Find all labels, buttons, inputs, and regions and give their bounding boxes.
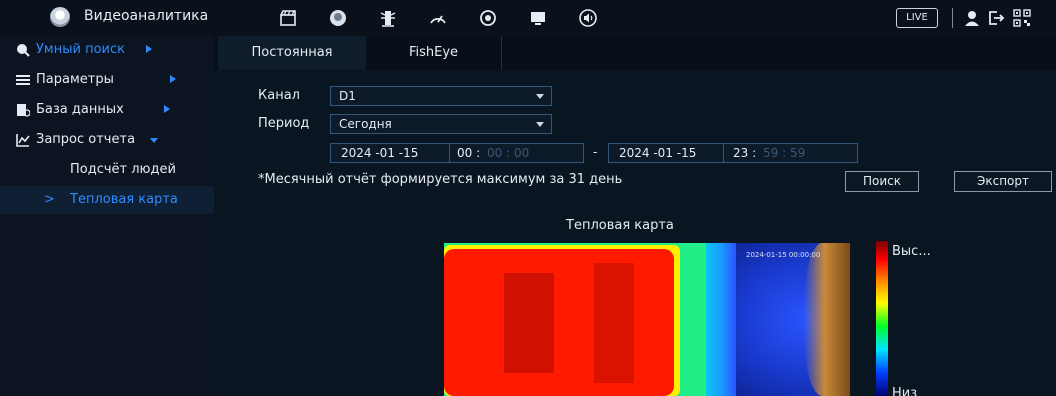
chevron-right-icon — [170, 75, 176, 83]
export-button[interactable]: Экспорт — [954, 171, 1052, 192]
sidebar-subitem-label: Тепловая карта — [70, 192, 178, 207]
smart-search-icon — [16, 43, 30, 57]
start-time-hour: 00 : — [457, 146, 481, 160]
heat-shadow-door — [504, 273, 554, 373]
sidebar-item-report-query[interactable]: Запрос отчета — [0, 126, 214, 154]
speaker-icon[interactable] — [576, 6, 600, 30]
film-clapper-icon[interactable] — [276, 6, 300, 30]
chevron-down-icon — [150, 138, 158, 143]
refresh-icon[interactable] — [476, 6, 500, 30]
end-time-hour: 23 : — [733, 146, 757, 160]
sidebar-item-label: База данных — [36, 102, 124, 117]
live-button[interactable]: LIVE — [896, 8, 938, 28]
chevron-down-icon — [536, 94, 544, 99]
range-separator: - — [593, 145, 598, 159]
app-title: Видеоаналитика — [84, 8, 209, 24]
monthly-report-note: *Месячный отчёт формируется максимум за … — [258, 172, 623, 187]
list-icon — [16, 73, 30, 87]
speedometer-icon[interactable] — [426, 6, 450, 30]
chevron-right-icon — [146, 45, 152, 53]
heat-hot-zone — [444, 249, 674, 396]
sidebar-item-label: Параметры — [36, 72, 114, 87]
chevron-down-icon — [536, 122, 544, 127]
chart-icon — [16, 133, 30, 147]
face-icon[interactable] — [326, 6, 350, 30]
channel-label: Канал — [258, 88, 300, 103]
tab-constant[interactable]: Постоянная — [218, 36, 366, 70]
sidebar-item-label: Умный поиск — [36, 42, 125, 57]
user-icon[interactable] — [960, 6, 984, 30]
sidebar-subitem-heatmap[interactable]: > Тепловая карта — [0, 186, 214, 214]
search-button[interactable]: Поиск — [845, 171, 919, 192]
monitor-icon[interactable] — [526, 6, 550, 30]
start-datetime-input[interactable]: 2024 -01 -15 00 : 00 : 00 — [330, 143, 584, 163]
qr-code-icon[interactable] — [1010, 6, 1034, 30]
heat-shadow-wall — [594, 263, 634, 383]
end-datetime-input[interactable]: 2024 -01 -15 23 : 59 : 59 — [608, 143, 858, 163]
channel-select[interactable]: D1 — [330, 86, 552, 106]
toolbar-divider — [952, 8, 953, 28]
database-icon — [16, 103, 31, 117]
selected-marker: > — [44, 192, 55, 207]
period-value: Сегодня — [339, 117, 392, 131]
heat-legend-gradient — [876, 241, 888, 396]
camera-timestamp: 2024-01-15 00:00:00 — [746, 251, 821, 259]
sidebar-subitem-people-count[interactable]: Подсчёт людей — [0, 156, 214, 184]
face-recognition-icon — [50, 7, 70, 27]
start-time-minsec: 00 : 00 — [487, 146, 530, 160]
sidebar: Умный поиск Параметры База данных Запрос… — [0, 36, 214, 396]
period-label: Период — [258, 116, 310, 131]
heatmap-image: 2024-01-15 00:00:00 — [444, 243, 850, 396]
top-bar: Видеоаналитика LIVE — [0, 0, 1056, 36]
divider — [449, 144, 450, 162]
sidebar-item-label: Запрос отчета — [36, 132, 136, 147]
sidebar-item-parameters[interactable]: Параметры — [0, 66, 214, 94]
heatmap-title: Тепловая карта — [566, 218, 674, 233]
end-date: 2024 -01 -15 — [619, 146, 697, 160]
end-time-minsec: 59 : 59 — [763, 146, 806, 160]
legend-low-label: Низ — [892, 386, 918, 396]
traffic-light-icon[interactable] — [376, 6, 400, 30]
sidebar-item-smart-search[interactable]: Умный поиск — [0, 36, 214, 64]
chevron-right-icon — [164, 105, 170, 113]
sidebar-item-database[interactable]: База данных — [0, 96, 214, 124]
sidebar-subitem-label: Подсчёт людей — [70, 162, 176, 177]
divider — [723, 144, 724, 162]
logout-icon[interactable] — [984, 6, 1008, 30]
fisheye-edge — [804, 243, 850, 396]
channel-value: D1 — [339, 89, 356, 103]
tab-fisheye[interactable]: FishEye — [366, 36, 502, 70]
tab-bar: Постоянная FishEye — [214, 36, 1056, 70]
period-select[interactable]: Сегодня — [330, 114, 552, 134]
legend-high-label: Выс... — [892, 244, 931, 259]
start-date: 2024 -01 -15 — [341, 146, 419, 160]
